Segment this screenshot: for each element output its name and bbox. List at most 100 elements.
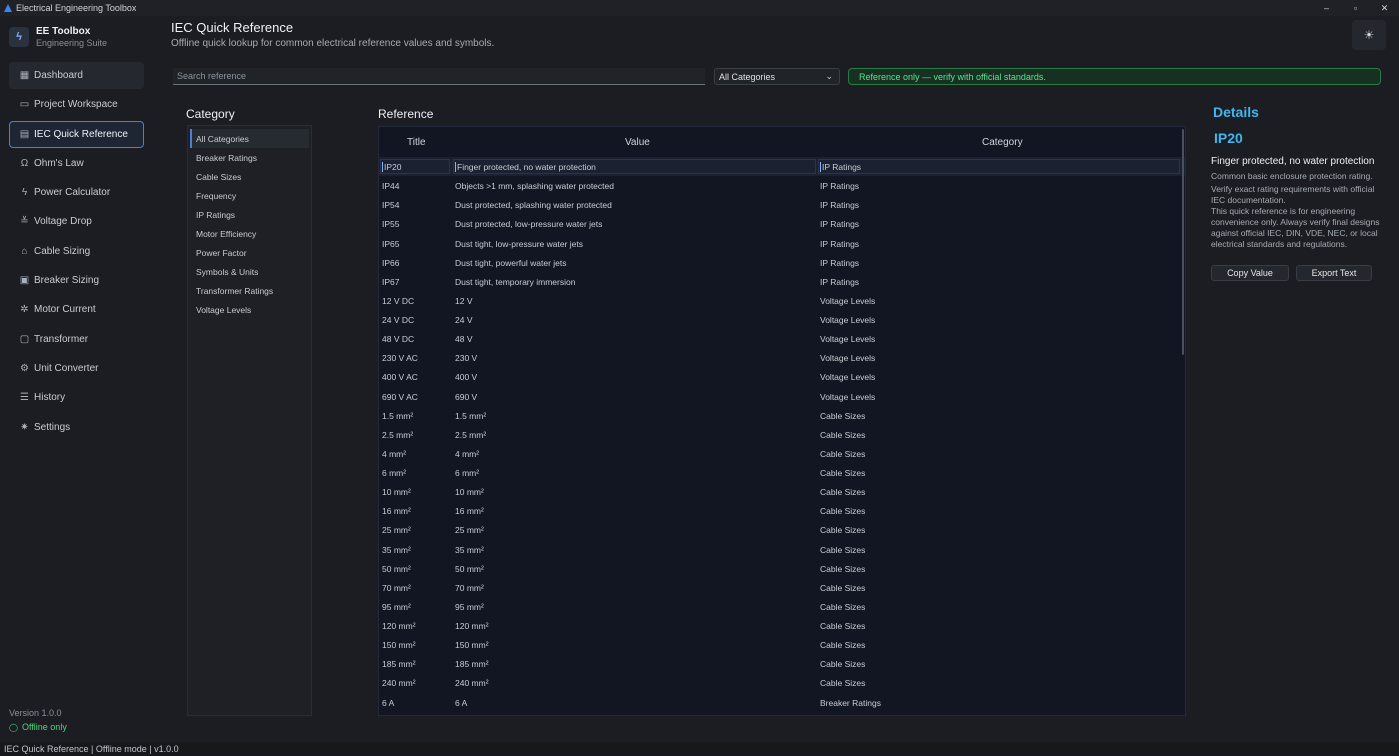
table-row[interactable]: IP67 Dust tight, temporary immersion IP Ra…: [379, 272, 1185, 291]
sidebar-item-cable-sizing[interactable]: ⌂ Cable Sizing: [9, 238, 144, 265]
table-row[interactable]: IP44 Objects >1 mm, splashing water prote…: [379, 176, 1185, 195]
row-value: Dust protected, low-pressure water jets: [455, 219, 603, 230]
table-row[interactable]: 16 mm² 16 mm² Cable Sizes: [379, 501, 1185, 520]
category-item[interactable]: Cable Sizes: [190, 167, 309, 186]
shield-icon: ◯: [9, 722, 18, 732]
table-row[interactable]: IP66 Dust tight, powerful water jets IP Ra…: [379, 253, 1185, 272]
category-item[interactable]: Voltage Levels: [190, 301, 309, 320]
table-row[interactable]: 95 mm² 95 mm² Cable Sizes: [379, 597, 1185, 616]
column-header-title[interactable]: Title: [407, 137, 426, 148]
row-category: Voltage Levels: [820, 372, 876, 383]
table-row[interactable]: 4 mm² 4 mm² Cable Sizes: [379, 444, 1185, 463]
table-row[interactable]: 230 V AC 230 V Voltage Levels: [379, 348, 1185, 367]
sidebar-item-motor-current[interactable]: ✲ Motor Current: [9, 296, 144, 323]
maximize-icon[interactable]: ▫: [1341, 0, 1370, 16]
sidebar-item-label: Voltage Drop: [34, 216, 92, 228]
table-row[interactable]: 70 mm² 70 mm² Cable Sizes: [379, 578, 1185, 597]
row-title: IP66: [382, 257, 400, 268]
copy-value-button[interactable]: Copy Value: [1211, 265, 1289, 281]
status-text: IEC Quick Reference | Offline mode | v1.…: [4, 744, 179, 754]
sidebar-item-history[interactable]: ☰ History: [9, 384, 144, 411]
category-item[interactable]: Breaker Ratings: [190, 148, 309, 167]
category-item[interactable]: Motor Efficiency: [190, 224, 309, 243]
category-item[interactable]: IP Ratings: [190, 205, 309, 224]
table-row[interactable]: 400 V AC 400 V Voltage Levels: [379, 367, 1185, 386]
table-row[interactable]: 24 V DC 24 V Voltage Levels: [379, 310, 1185, 329]
row-category: Cable Sizes: [820, 621, 866, 631]
table-row[interactable]: 50 mm² 50 mm² Cable Sizes: [379, 559, 1185, 578]
table-scrollbar[interactable]: [1182, 129, 1184, 355]
minimize-icon[interactable]: –: [1312, 0, 1341, 16]
row-value: 48 V: [455, 334, 473, 345]
row-value: 240 mm²: [455, 678, 489, 689]
search-input[interactable]: [173, 68, 705, 85]
table-row[interactable]: IP54 Dust protected, splashing water prot…: [379, 195, 1185, 214]
table-row[interactable]: 690 V AC 690 V Voltage Levels: [379, 387, 1185, 406]
category-item[interactable]: Power Factor: [190, 244, 309, 263]
row-title: 4 mm²: [382, 448, 407, 459]
sidebar-item-unit-converter[interactable]: ⚙ Unit Converter: [9, 355, 144, 382]
table-row[interactable]: 12 V DC 12 V Voltage Levels: [379, 291, 1185, 310]
version-label: Version 1.0.0: [9, 708, 62, 718]
table-row[interactable]: 48 V DC 48 V Voltage Levels: [379, 329, 1185, 348]
category-item[interactable]: Transformer Ratings: [190, 282, 309, 301]
row-title: IP20: [382, 162, 402, 172]
row-title: 25 mm²: [382, 525, 411, 536]
row-title: IP54: [382, 200, 400, 211]
row-value: 10 mm²: [455, 487, 484, 498]
row-title: 400 V AC: [382, 372, 418, 383]
theme-toggle-button[interactable]: ☀: [1352, 20, 1386, 50]
sidebar-item-label: IEC Quick Reference: [34, 128, 128, 140]
row-category: Cable Sizes: [820, 582, 866, 593]
row-category: Cable Sizes: [820, 429, 866, 440]
table-row[interactable]: IP65 Dust tight, low-pressure water jets I…: [379, 234, 1185, 253]
sidebar-item-ohm-s-law[interactable]: Ω Ohm's Law: [9, 150, 144, 177]
table-row[interactable]: IP20 Finger protected, no water protectio…: [379, 157, 1185, 177]
column-header-category[interactable]: Category: [982, 137, 1023, 148]
category-list: All Categories Breaker Ratings Cable Sizes…: [187, 125, 312, 716]
column-header-value[interactable]: Value: [625, 137, 650, 148]
table-row[interactable]: 240 mm² 240 mm² Cable Sizes: [379, 673, 1185, 692]
sidebar-item-project-workspace[interactable]: ▭ Project Workspace: [9, 91, 144, 118]
row-value: 120 mm²: [455, 621, 489, 631]
table-row[interactable]: 25 mm² 25 mm² Cable Sizes: [379, 520, 1185, 539]
table-row[interactable]: 6 mm² 6 mm² Cable Sizes: [379, 463, 1185, 482]
row-category: Voltage Levels: [820, 315, 876, 325]
row-category: Cable Sizes: [820, 448, 866, 459]
sidebar-item-transformer[interactable]: ▢ Transformer: [9, 326, 144, 353]
row-category: Cable Sizes: [820, 544, 866, 555]
table-row[interactable]: 150 mm² 150 mm² Cable Sizes: [379, 635, 1185, 654]
export-text-button[interactable]: Export Text: [1296, 265, 1372, 281]
table-row[interactable]: IP55 Dust protected, low-pressure water j…: [379, 214, 1185, 233]
sidebar-item-dashboard[interactable]: ▦ Dashboard: [9, 62, 144, 89]
sidebar-item-label: Cable Sizing: [34, 245, 91, 257]
sidebar-item-settings[interactable]: ✷ Settings: [9, 414, 144, 441]
sidebar-item-iec-quick-reference[interactable]: ▤ IEC Quick Reference: [9, 120, 144, 148]
sidebar-item-power-calculator[interactable]: ϟ Power Calculator: [9, 179, 144, 206]
category-item[interactable]: Frequency: [190, 186, 309, 205]
table-row[interactable]: 120 mm² 120 mm² Cable Sizes: [379, 616, 1185, 635]
table-row[interactable]: 35 mm² 35 mm² Cable Sizes: [379, 540, 1185, 559]
category-item[interactable]: All Categories: [190, 129, 309, 149]
row-title: 50 mm²: [382, 563, 411, 574]
sidebar-item-label: Power Calculator: [34, 187, 111, 199]
row-value: 25 mm²: [455, 525, 484, 536]
row-category: Cable Sizes: [820, 525, 866, 536]
row-title: 24 V DC: [382, 315, 415, 325]
row-title: IP55: [382, 219, 400, 230]
table-row[interactable]: 6 A 6 A Breaker Ratings: [379, 693, 1185, 712]
table-row[interactable]: 1.5 mm² 1.5 mm² Cable Sizes: [379, 406, 1185, 425]
category-item[interactable]: Symbols & Units: [190, 263, 309, 282]
row-value: Objects >1 mm, splashing water protected: [455, 181, 614, 192]
close-icon[interactable]: ✕: [1370, 0, 1399, 16]
row-value: 35 mm²: [455, 544, 484, 555]
table-row[interactable]: 185 mm² 185 mm² Cable Sizes: [379, 654, 1185, 673]
sidebar-item-breaker-sizing[interactable]: ▣ Breaker Sizing: [9, 267, 144, 294]
category-select[interactable]: All Categories ⌄: [714, 68, 840, 85]
row-value: Dust tight, low-pressure water jets: [455, 238, 584, 249]
table-row[interactable]: 10 mm² 10 mm² Cable Sizes: [379, 482, 1185, 501]
sidebar-item-voltage-drop[interactable]: ≚ Voltage Drop: [9, 208, 144, 235]
row-value: Finger protected, no water protection: [455, 162, 596, 172]
table-row[interactable]: 2.5 mm² 2.5 mm² Cable Sizes: [379, 425, 1185, 444]
motor-icon: ✲: [20, 304, 29, 316]
